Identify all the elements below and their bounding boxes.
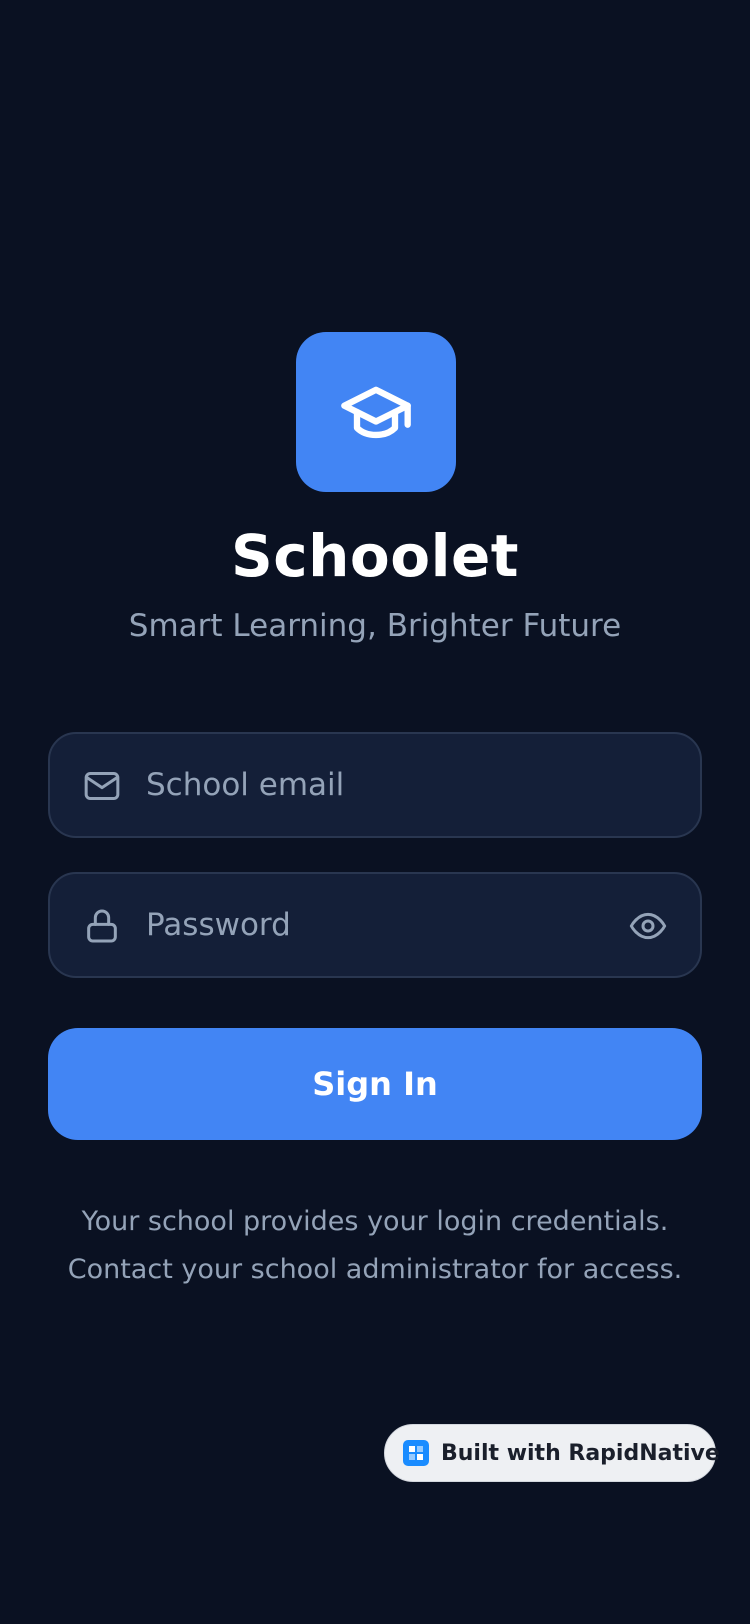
password-field[interactable] (48, 872, 702, 978)
password-input[interactable] (146, 874, 626, 976)
built-with-label: Built with RapidNative (441, 1440, 720, 1466)
sign-in-button[interactable]: Sign In (48, 1028, 702, 1140)
rapidnative-logo-icon (403, 1440, 429, 1466)
eye-icon[interactable] (628, 906, 668, 946)
login-screen: Schoolet Smart Learning, Brighter Future… (0, 0, 750, 1624)
email-input[interactable] (146, 734, 626, 836)
built-with-badge[interactable]: Built with RapidNative (384, 1424, 720, 1482)
app-title: Schoolet (230, 522, 520, 590)
mail-icon (84, 772, 120, 800)
app-tagline: Smart Learning, Brighter Future (128, 608, 622, 644)
help-text-line-2: Contact your school administrator for ac… (67, 1254, 683, 1285)
lock-icon (87, 909, 117, 943)
graduation-cap-icon (341, 386, 411, 439)
email-field[interactable] (48, 732, 702, 838)
app-logo (296, 332, 456, 492)
help-text-line-1: Your school provides your login credenti… (81, 1206, 669, 1237)
